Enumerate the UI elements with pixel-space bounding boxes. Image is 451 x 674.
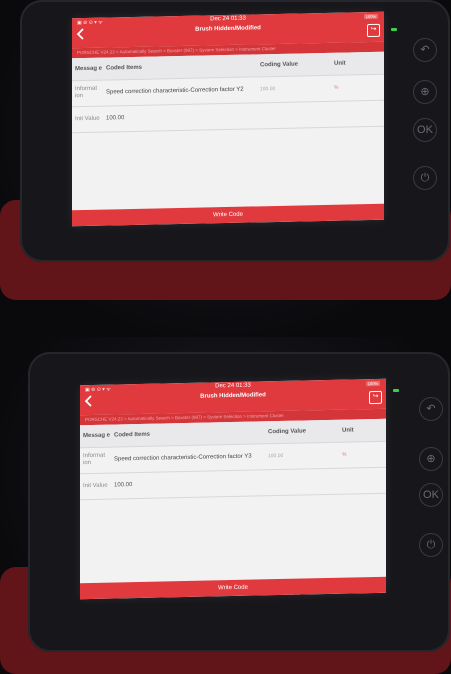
row-message-label: Init Value (75, 115, 100, 122)
table-row-init-value[interactable]: Init Value 100.00 (72, 99, 384, 134)
col-coded-items: Coded Items (114, 431, 151, 438)
coding-value: 100.00 (260, 86, 276, 93)
coded-item-name: Speed correction characteristic-Correcti… (114, 453, 252, 462)
col-coded-items: Coded Items (106, 64, 143, 72)
power-led (393, 389, 399, 392)
photo-bottom: ↶ ⊕ OK ⏻ LAUNCH ▣ ⊘ ⊙ ▾ ᯤ Dec 24 01:33 1… (0, 337, 451, 674)
ok-hw-button[interactable]: OK (413, 118, 437, 142)
row-message-label: Init Value (83, 482, 108, 489)
row-message-label: Informat ion (75, 85, 98, 100)
dpad-hw-button[interactable]: ⊕ (413, 80, 437, 104)
screen: ▣ ⊘ ⊙ ▾ ᯤ Dec 24 01:33 100% Brush Hidden… (72, 11, 384, 227)
dpad-hw-button[interactable]: ⊕ (419, 447, 443, 471)
battery-indicator: 100% (363, 13, 378, 20)
back-hw-button[interactable]: ↶ (413, 38, 437, 62)
coded-item-name: Speed correction characteristic-Correcti… (106, 86, 244, 96)
screen-title: Brush Hidden/Modified (195, 25, 261, 33)
col-unit: Unit (342, 427, 354, 434)
coding-value: 100.00 (268, 452, 284, 460)
col-coding-value: Coding Value (268, 428, 307, 436)
init-value-input[interactable]: 100.00 (106, 102, 256, 131)
back-hw-button[interactable]: ↶ (419, 397, 443, 421)
power-led (391, 28, 397, 31)
power-hw-button[interactable]: ⏻ (419, 533, 443, 557)
col-message: Messag e (83, 432, 111, 439)
ok-hw-button[interactable]: OK (419, 483, 443, 507)
screen: ▣ ⊘ ⊙ ▾ ᯤ Dec 24 01:33 100% Brush Hidden… (80, 378, 386, 600)
screen-title: Brush Hidden/Modified (200, 392, 266, 400)
init-value-input[interactable]: 100.00 (114, 469, 264, 498)
battery-indicator: 100% (365, 380, 380, 387)
col-message: Messag e (75, 65, 103, 72)
exit-icon[interactable]: ↪ (369, 390, 382, 405)
exit-icon[interactable]: ↪ (367, 23, 380, 38)
col-unit: Unit (334, 60, 346, 67)
table-row-init-value[interactable]: Init Value 100.00 (80, 466, 386, 501)
unit-value: % (342, 451, 347, 458)
col-coding-value: Coding Value (260, 61, 299, 69)
unit-value: % (334, 84, 339, 91)
power-hw-button[interactable]: ⏻ (413, 166, 437, 190)
row-message-label: Informat ion (83, 452, 106, 467)
photo-top: ↶ ⊕ OK ⏻ LAUNCH ▣ ⊘ ⊙ ▾ ᯤ Dec 24 01:33 1… (0, 0, 451, 337)
